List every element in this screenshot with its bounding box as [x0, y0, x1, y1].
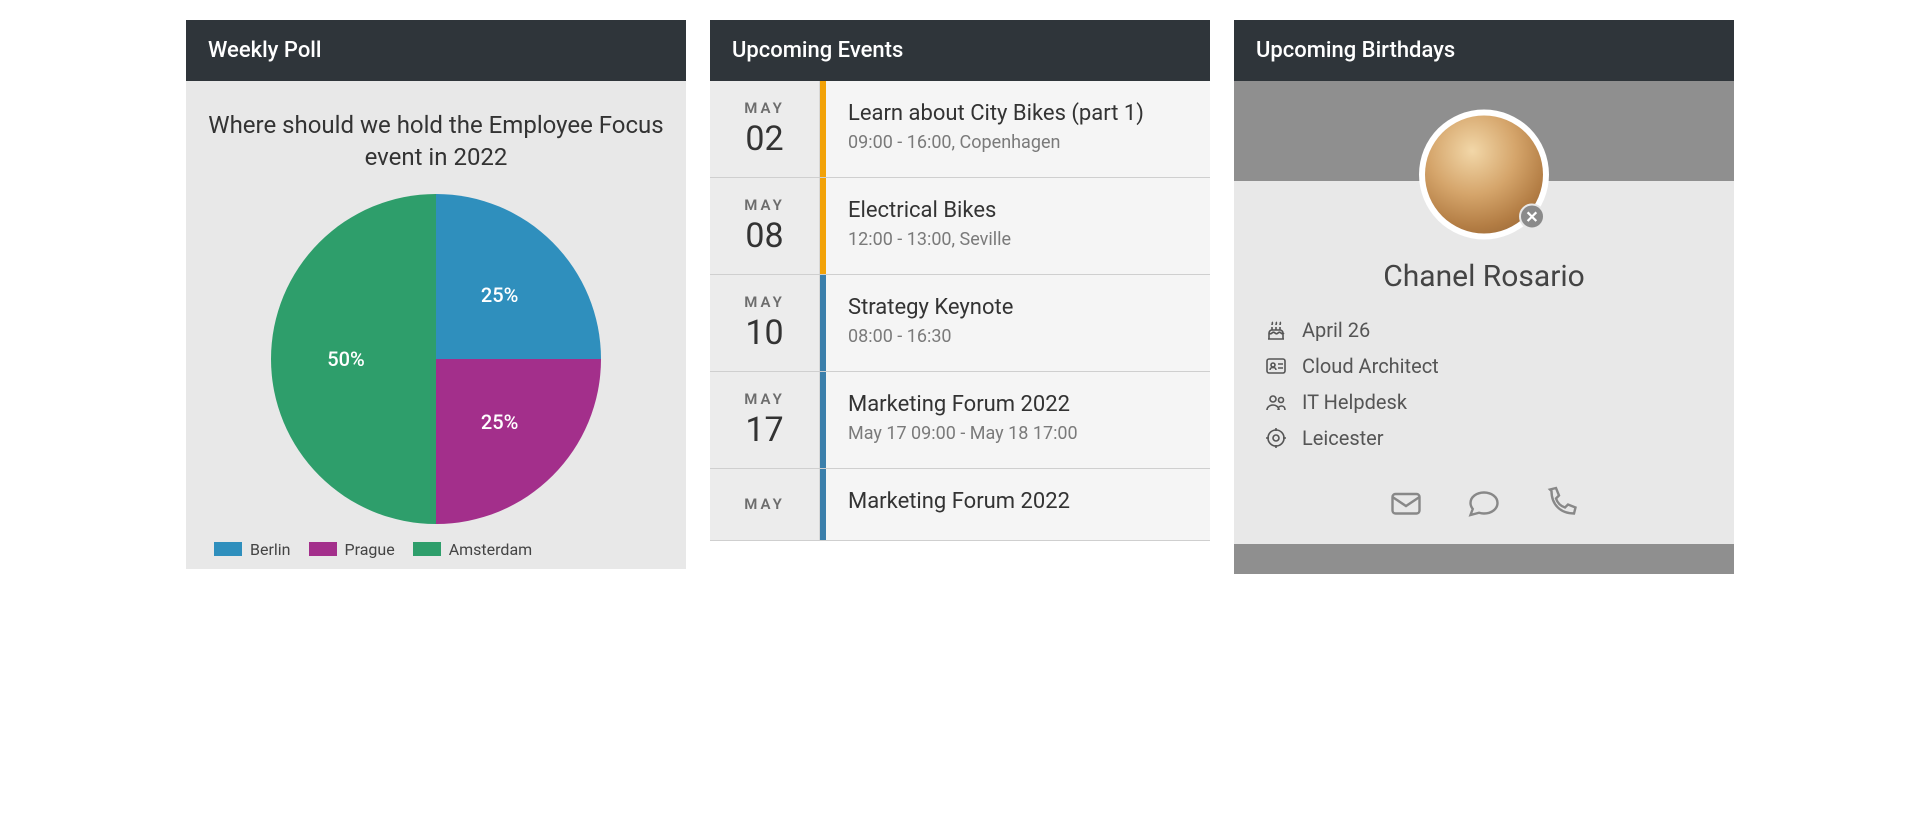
chat-icon: [1466, 485, 1502, 521]
envelope-icon: [1388, 485, 1424, 521]
legend-item[interactable]: Amsterdam: [413, 540, 532, 559]
upcoming-birthdays-panel: Upcoming Birthdays ✕ Chanel Rosario Apri…: [1234, 20, 1734, 574]
event-date: MAY 17: [710, 372, 820, 468]
avatar: ✕: [1419, 110, 1549, 240]
event-month: MAY: [744, 495, 785, 513]
event-info: Learn about City Bikes (part 1) 09:00 - 1…: [826, 81, 1210, 177]
event-meta: 08:00 - 16:30: [848, 326, 1188, 347]
birthday-date-row: April 26: [1264, 318, 1704, 342]
birthday-team-row: IT Helpdesk: [1264, 390, 1704, 414]
event-info: Marketing Forum 2022: [826, 469, 1210, 540]
event-month: MAY: [744, 390, 785, 408]
id-card-icon: [1264, 354, 1288, 378]
event-row[interactable]: MAY 17 Marketing Forum 2022 May 17 09:00 - …: [710, 372, 1210, 469]
event-info: Strategy Keynote 08:00 - 16:30: [826, 275, 1210, 371]
upcoming-events-panel: Upcoming Events MAY 02 Learn about City Bi…: [710, 20, 1210, 541]
pie-slice-label: 25%: [481, 410, 518, 434]
pie-slice-label: 50%: [327, 347, 364, 371]
event-meta: May 17 09:00 - May 18 17:00: [848, 423, 1188, 444]
event-meta: 12:00 - 13:00, Seville: [848, 229, 1188, 250]
event-date: MAY 08: [710, 178, 820, 274]
event-meta: 09:00 - 16:00, Copenhagen: [848, 132, 1188, 153]
event-row[interactable]: MAY 10 Strategy Keynote 08:00 - 16:30: [710, 275, 1210, 372]
event-day: 02: [745, 119, 783, 159]
birthday-date: April 26: [1302, 318, 1370, 342]
legend-swatch: [309, 542, 337, 556]
target-icon: [1264, 426, 1288, 450]
event-title: Marketing Forum 2022: [848, 489, 1188, 514]
legend-label: Prague: [345, 540, 395, 559]
event-month: MAY: [744, 196, 785, 214]
birthday-role: Cloud Architect: [1302, 354, 1439, 378]
birthday-name: Chanel Rosario: [1234, 259, 1734, 294]
event-date: MAY: [710, 469, 820, 540]
birthday-details: April 26 Cloud Architect IT Helpdesk Lei…: [1234, 318, 1734, 470]
event-row[interactable]: MAY Marketing Forum 2022: [710, 469, 1210, 541]
pie-slice-label: 25%: [481, 283, 518, 307]
close-icon[interactable]: ✕: [1519, 204, 1545, 230]
poll-body: Where should we hold the Employee Focus …: [186, 81, 686, 569]
cake-icon: [1264, 318, 1288, 342]
upcoming-birthdays-header: Upcoming Birthdays: [1234, 20, 1734, 81]
birthday-footer: [1234, 544, 1734, 574]
phone-icon: [1544, 485, 1580, 521]
legend-swatch: [413, 542, 441, 556]
event-day: 08: [745, 216, 783, 256]
call-button[interactable]: [1543, 484, 1581, 522]
pie-legend: Berlin Prague Amsterdam: [208, 540, 664, 559]
events-list: MAY 02 Learn about City Bikes (part 1) 09:0…: [710, 81, 1210, 541]
chat-button[interactable]: [1465, 484, 1503, 522]
weekly-poll-header: Weekly Poll: [186, 20, 686, 81]
birthday-actions: [1234, 470, 1734, 544]
event-day: 17: [745, 410, 783, 450]
birthday-team: IT Helpdesk: [1302, 390, 1407, 414]
team-icon: [1264, 390, 1288, 414]
birthday-role-row: Cloud Architect: [1264, 354, 1704, 378]
event-row[interactable]: MAY 02 Learn about City Bikes (part 1) 09:0…: [710, 81, 1210, 178]
birthday-card: ✕ Chanel Rosario April 26 Cloud Architec…: [1234, 81, 1734, 574]
pie-chart: 25% 25% 50%: [271, 194, 601, 524]
birthday-location: Leicester: [1302, 426, 1384, 450]
legend-swatch: [214, 542, 242, 556]
event-info: Electrical Bikes 12:00 - 13:00, Seville: [826, 178, 1210, 274]
event-date: MAY 02: [710, 81, 820, 177]
event-title: Marketing Forum 2022: [848, 392, 1188, 417]
event-info: Marketing Forum 2022 May 17 09:00 - May 1…: [826, 372, 1210, 468]
upcoming-events-header: Upcoming Events: [710, 20, 1210, 81]
event-title: Strategy Keynote: [848, 295, 1188, 320]
legend-label: Berlin: [250, 540, 291, 559]
event-month: MAY: [744, 99, 785, 117]
legend-item[interactable]: Prague: [309, 540, 395, 559]
event-title: Learn about City Bikes (part 1): [848, 101, 1188, 126]
event-date: MAY 10: [710, 275, 820, 371]
legend-label: Amsterdam: [449, 540, 532, 559]
email-button[interactable]: [1387, 484, 1425, 522]
pie-chart-container: 25% 25% 50%: [208, 194, 664, 524]
poll-question: Where should we hold the Employee Focus …: [208, 109, 664, 174]
birthday-location-row: Leicester: [1264, 426, 1704, 450]
weekly-poll-panel: Weekly Poll Where should we hold the Emp…: [186, 20, 686, 569]
event-day: 10: [745, 313, 783, 353]
birthday-hero: ✕: [1234, 81, 1734, 181]
event-month: MAY: [744, 293, 785, 311]
legend-item[interactable]: Berlin: [214, 540, 291, 559]
event-row[interactable]: MAY 08 Electrical Bikes 12:00 - 13:00, Sevi…: [710, 178, 1210, 275]
event-title: Electrical Bikes: [848, 198, 1188, 223]
